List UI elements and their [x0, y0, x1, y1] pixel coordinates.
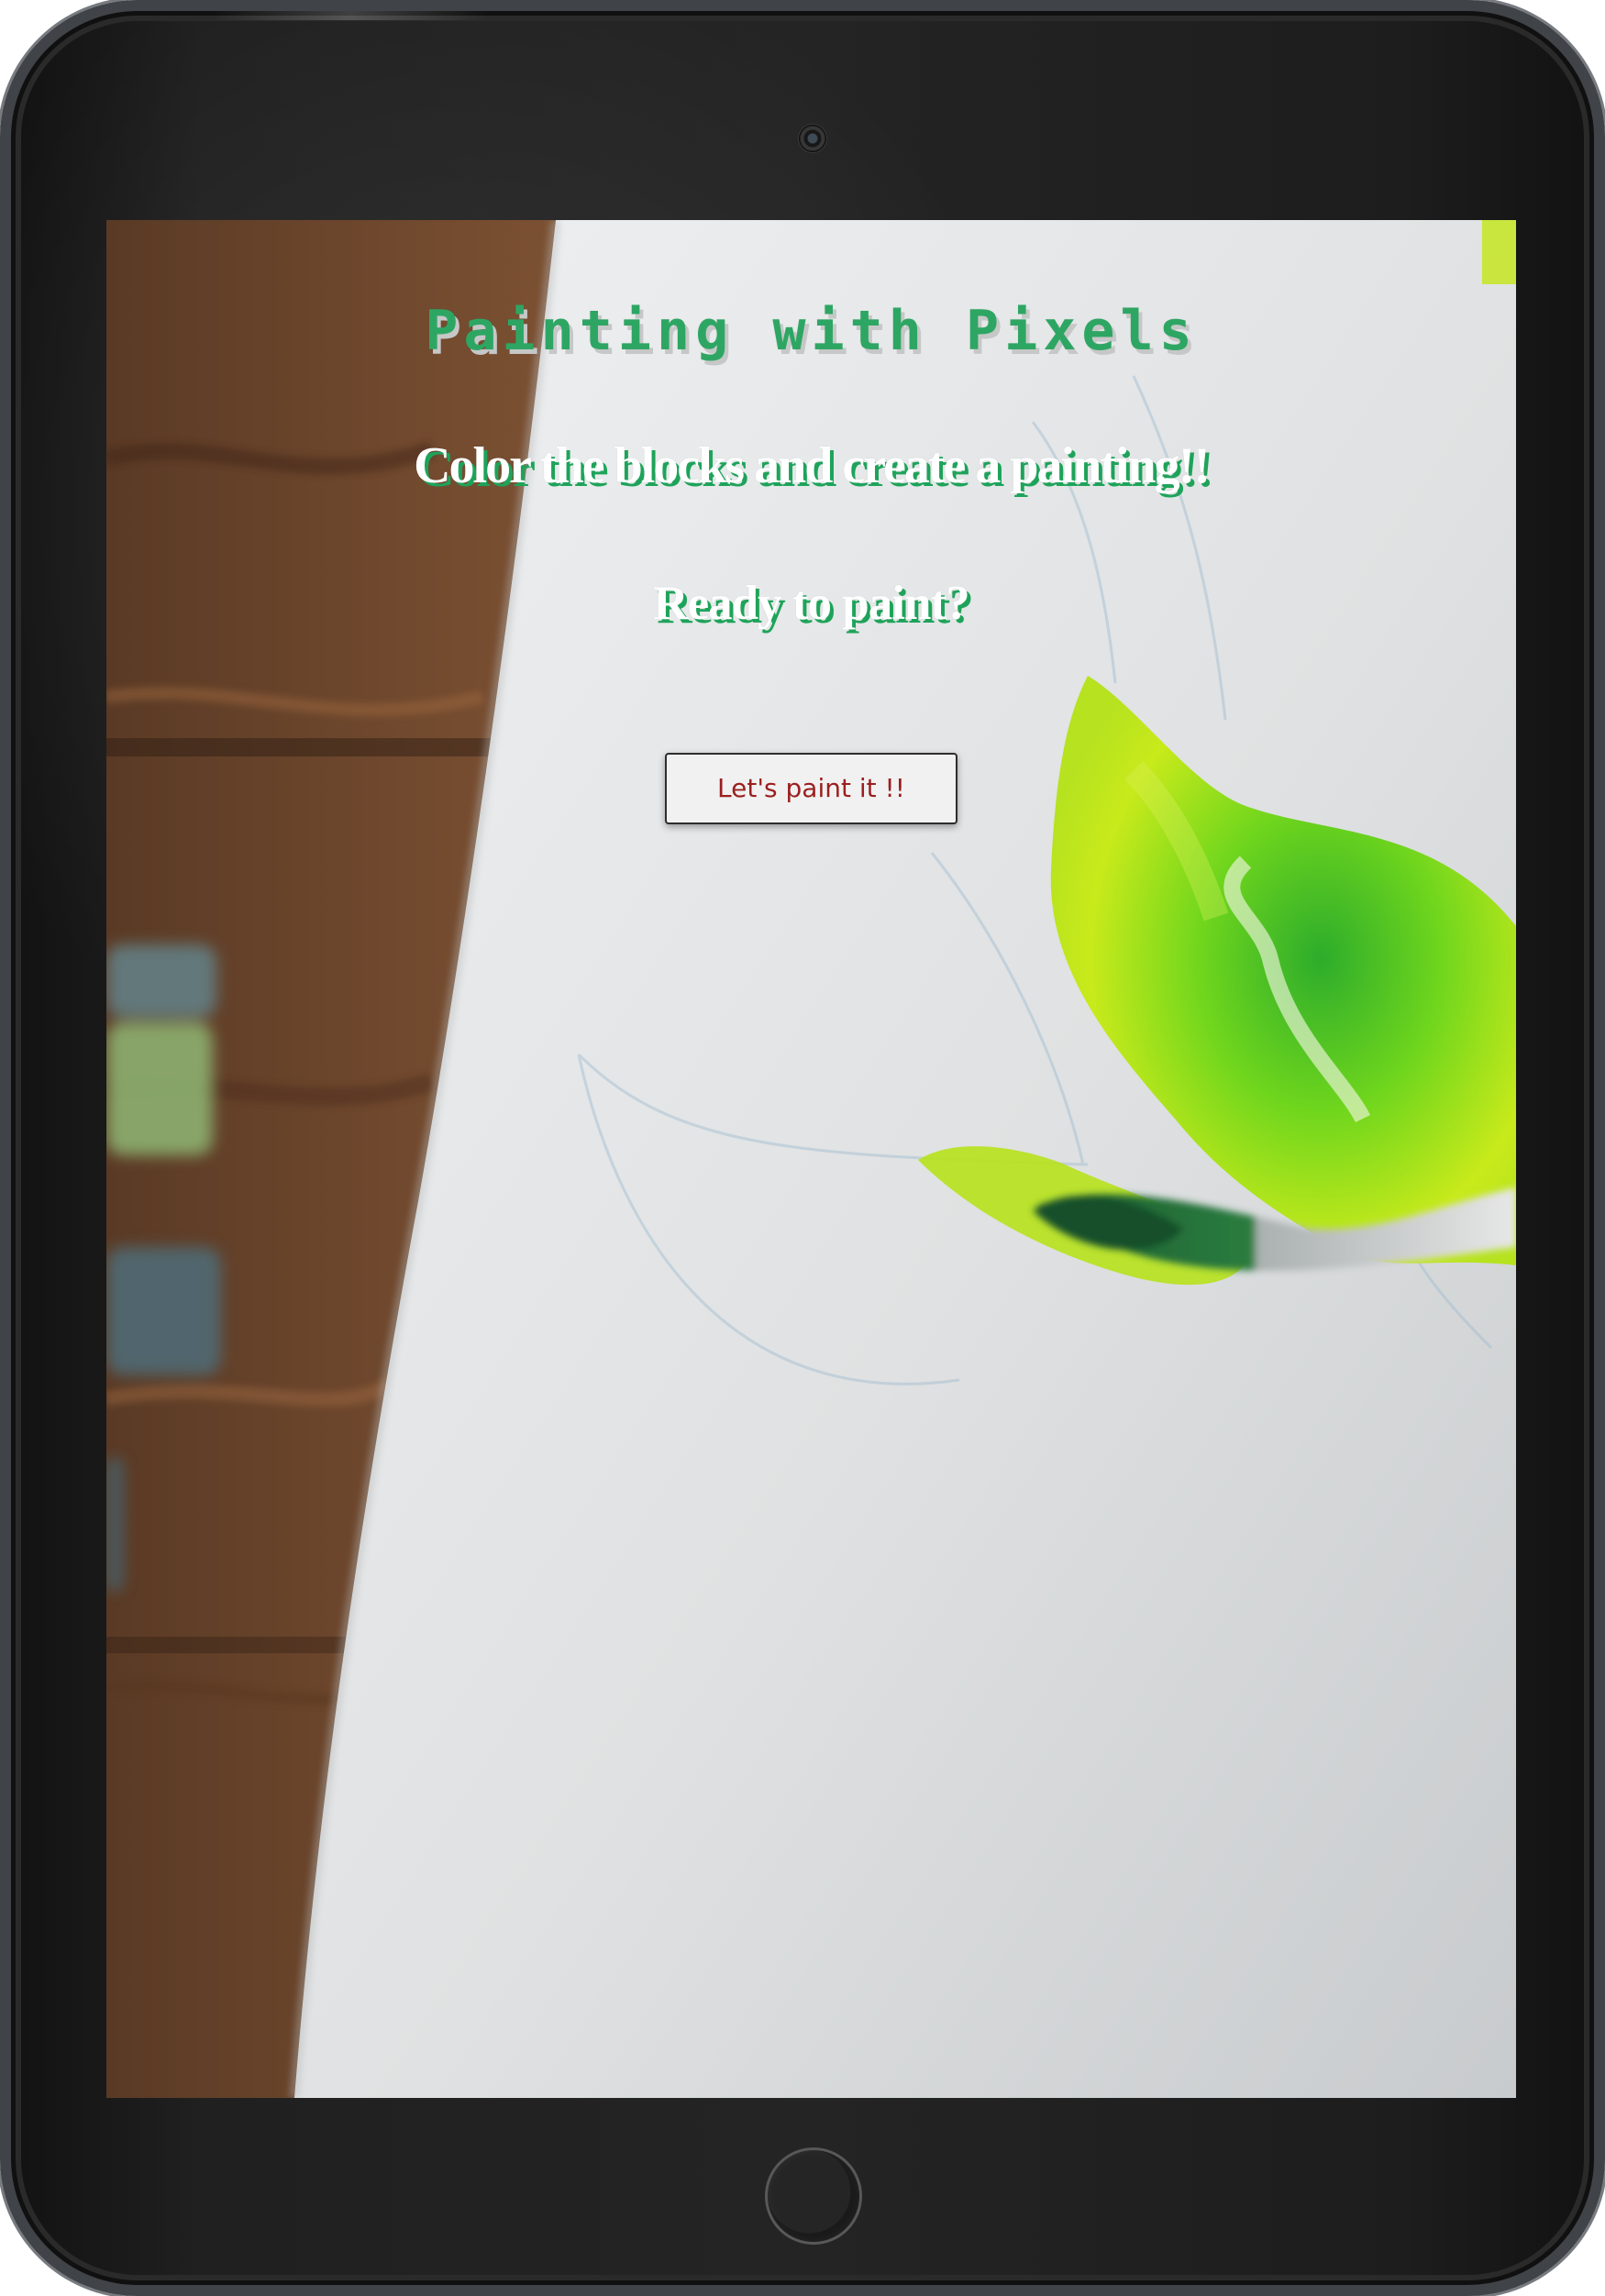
start-painting-button[interactable]: Let's paint it !! [665, 753, 957, 824]
home-button-icon[interactable] [765, 2147, 862, 2245]
app-screen: Painting with Pixels Color the blocks an… [106, 220, 1516, 2098]
app-title: Painting with Pixels [425, 299, 1198, 363]
ready-prompt: Ready to paint? [653, 577, 969, 630]
tablet-device: Painting with Pixels Color the blocks an… [0, 0, 1605, 2296]
painting-background [106, 220, 1516, 2098]
instruction-text: Color the blocks and create a painting!! [414, 437, 1211, 494]
camera-icon [799, 125, 826, 152]
